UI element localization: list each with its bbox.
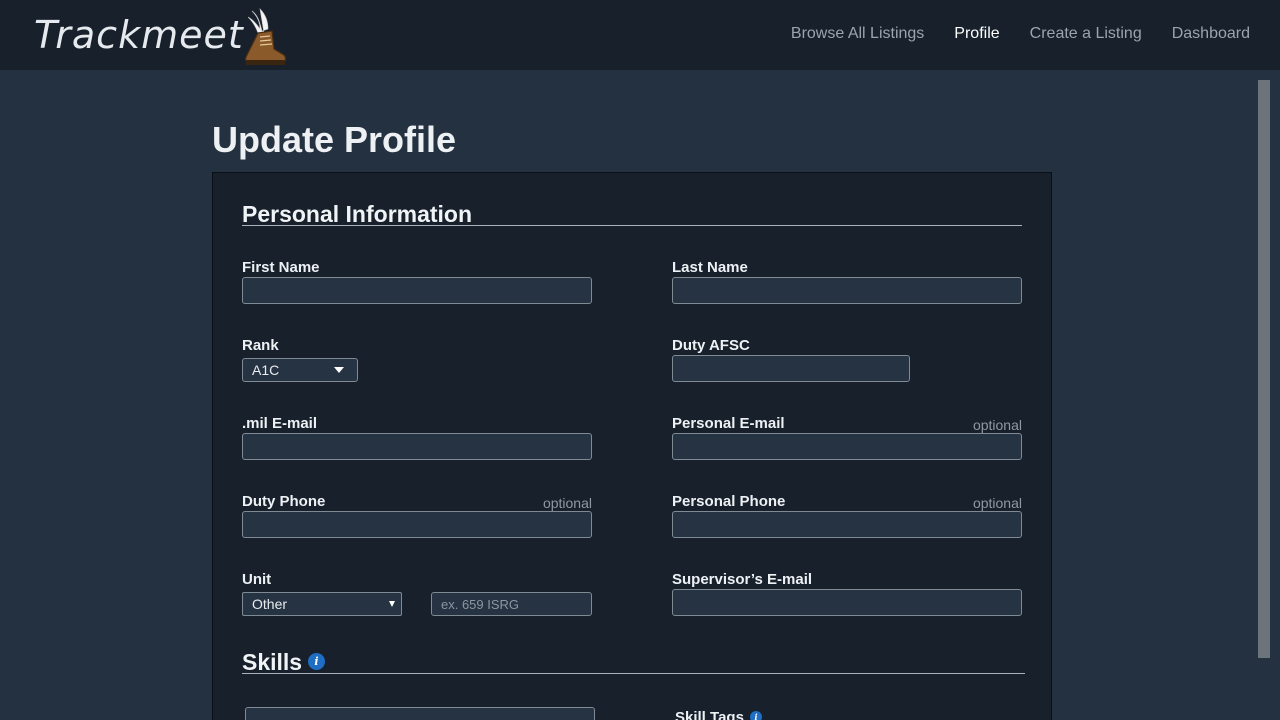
nav-profile[interactable]: Profile bbox=[954, 24, 999, 44]
duty-phone-optional-hint: optional bbox=[542, 495, 592, 511]
personal-email-optional-hint: optional bbox=[972, 417, 1022, 433]
top-navbar: Trackmeet Browse All Listings Profile Cr… bbox=[0, 0, 1280, 70]
profile-form-card: Personal Information First Name Last Nam… bbox=[212, 172, 1052, 720]
page-title: Update Profile bbox=[212, 119, 457, 160]
mil-email-label: .mil E-mail bbox=[242, 415, 318, 432]
personal-email-input[interactable] bbox=[672, 433, 1022, 460]
page-scrollbar[interactable] bbox=[1258, 80, 1270, 658]
rank-label: Rank bbox=[242, 337, 279, 354]
info-icon[interactable]: i bbox=[308, 653, 325, 670]
personal-phone-input[interactable] bbox=[672, 511, 1022, 538]
first-name-input[interactable] bbox=[242, 277, 592, 304]
nav-browse-all-listings[interactable]: Browse All Listings bbox=[791, 24, 924, 44]
skills-input[interactable] bbox=[245, 707, 595, 720]
chevron-down-icon bbox=[334, 367, 344, 373]
unit-label: Unit bbox=[242, 571, 272, 588]
personal-phone-optional-hint: optional bbox=[972, 495, 1022, 511]
personal-email-label: Personal E-mail bbox=[672, 415, 785, 432]
nav-dashboard[interactable]: Dashboard bbox=[1172, 24, 1250, 44]
mil-email-input[interactable] bbox=[242, 433, 592, 460]
personal-phone-label: Personal Phone bbox=[672, 493, 786, 510]
unit-other-input[interactable] bbox=[431, 592, 592, 616]
rank-select[interactable]: A1C bbox=[242, 358, 358, 382]
info-icon[interactable]: i bbox=[750, 711, 762, 720]
chevron-down-icon bbox=[389, 601, 395, 607]
duty-afsc-input[interactable] bbox=[672, 355, 910, 382]
duty-afsc-label: Duty AFSC bbox=[672, 337, 750, 354]
main-nav: Browse All Listings Profile Create a Lis… bbox=[791, 24, 1250, 44]
section-title-personal-information: Personal Information bbox=[242, 201, 473, 227]
last-name-input[interactable] bbox=[672, 277, 1022, 304]
unit-select[interactable]: Other bbox=[242, 592, 402, 616]
duty-phone-label: Duty Phone bbox=[242, 493, 326, 510]
rank-selected-value: A1C bbox=[252, 362, 280, 378]
brand-name[interactable]: Trackmeet bbox=[34, 10, 244, 60]
section-divider bbox=[242, 225, 1022, 226]
supervisor-email-input[interactable] bbox=[672, 589, 1022, 616]
first-name-label: First Name bbox=[242, 259, 320, 276]
duty-phone-input[interactable] bbox=[242, 511, 592, 538]
nav-create-listing[interactable]: Create a Listing bbox=[1030, 24, 1142, 44]
skill-tags-label: Skill Tags bbox=[675, 709, 744, 720]
supervisor-email-label: Supervisor’s E-mail bbox=[672, 571, 813, 588]
section-title-skills: Skills bbox=[242, 649, 303, 675]
last-name-label: Last Name bbox=[672, 259, 748, 276]
unit-selected-value: Other bbox=[252, 596, 288, 612]
winged-boot-logo-icon[interactable] bbox=[238, 5, 288, 67]
section-divider bbox=[242, 673, 1025, 674]
